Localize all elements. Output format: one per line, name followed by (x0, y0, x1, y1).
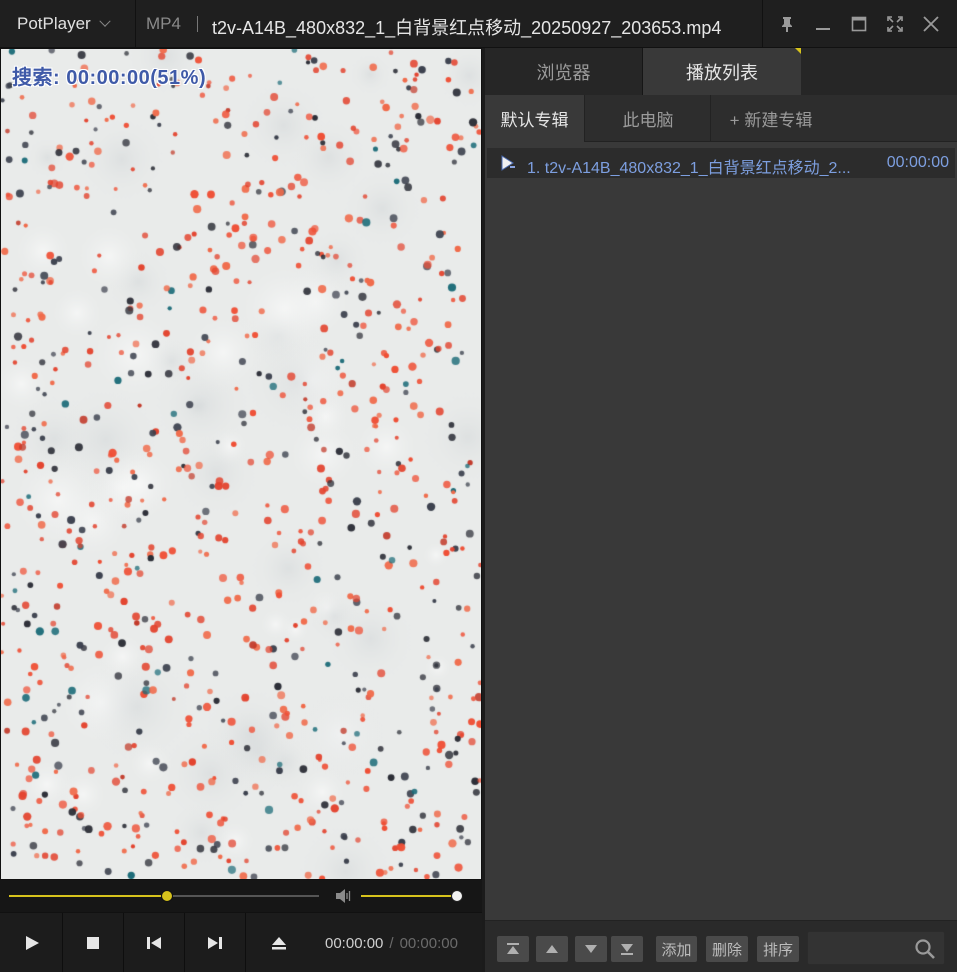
seek-row (0, 880, 482, 912)
control-bar: 00:00:00 / 00:00:00 (0, 912, 482, 972)
stop-icon (87, 937, 99, 949)
play-button[interactable] (2, 913, 63, 972)
total-time: 00:00:00 (399, 935, 458, 952)
next-icon (208, 937, 222, 949)
pin-button[interactable] (775, 12, 799, 36)
panel-tabs: 浏览器 播放列表 (485, 48, 957, 95)
sort-button[interactable]: 排序 (757, 936, 799, 962)
tab-browser[interactable]: 浏览器 (485, 48, 643, 95)
play-icon (26, 936, 39, 950)
seek-progress (9, 895, 168, 897)
minimize-button[interactable] (811, 12, 835, 36)
album-tab-this-pc[interactable]: 此电脑 (586, 95, 711, 142)
seek-bar[interactable] (9, 890, 319, 902)
volume-slider[interactable] (361, 890, 463, 902)
fullscreen-icon (887, 16, 903, 32)
volume-handle[interactable] (451, 890, 463, 902)
title-separator (197, 16, 198, 32)
add-button[interactable]: 添加 (656, 936, 697, 962)
new-album-button[interactable]: + 新建专辑 (712, 95, 830, 142)
seek-handle[interactable] (161, 890, 174, 902)
search-icon[interactable] (914, 938, 936, 960)
stop-button[interactable] (63, 913, 124, 972)
window-title: t2v-A14B_480x832_1_白背景红点移动_20250927_2036… (212, 18, 722, 38)
tab-playlist[interactable]: 播放列表 (643, 48, 801, 95)
minimize-icon (816, 28, 830, 30)
album-tab-default[interactable]: 默认专辑 (485, 95, 585, 142)
delete-button[interactable]: 删除 (706, 936, 748, 962)
chevron-down-icon (99, 15, 111, 27)
move-up-button[interactable] (536, 936, 568, 962)
active-tab-marker (795, 48, 801, 54)
app-menu-button[interactable]: PotPlayer (0, 0, 136, 48)
playlist-footer: 添加 删除 排序 (485, 920, 957, 972)
playlist-search (807, 931, 945, 965)
fullscreen-button[interactable] (883, 12, 907, 36)
current-time: 00:00:00 (325, 935, 384, 952)
eject-button[interactable] (246, 913, 311, 972)
eject-icon (271, 937, 286, 950)
volume-icon[interactable] (334, 888, 354, 904)
app-name: PotPlayer (17, 14, 91, 33)
maximize-icon (851, 16, 867, 32)
playlist-item[interactable]: 1. t2v-A14B_480x832_1_白背景红点移动_2... 00:00… (487, 148, 955, 178)
playlist-item-name: 1. t2v-A14B_480x832_1_白背景红点移动_2... (527, 160, 851, 177)
file-format-label: MP4 (146, 14, 181, 33)
window-controls (762, 0, 957, 48)
move-bottom-icon (621, 944, 633, 955)
volume-level (361, 895, 457, 897)
time-display: 00:00:00 / 00:00:00 (325, 935, 458, 952)
move-top-icon (507, 943, 519, 954)
time-separator: / (389, 935, 394, 952)
move-down-icon (585, 945, 597, 953)
maximize-button[interactable] (847, 12, 871, 36)
move-down-button[interactable] (575, 936, 607, 962)
tab-playlist-label: 播放列表 (686, 62, 758, 83)
move-top-button[interactable] (497, 936, 529, 962)
previous-button[interactable] (124, 913, 185, 972)
playlist-search-input[interactable] (812, 936, 910, 960)
move-bottom-button[interactable] (611, 936, 643, 962)
playlist-panel: 浏览器 播放列表 默认专辑 此电脑 + 新建专辑 1. t2v-A14B_480… (485, 48, 957, 972)
osd-seek-status: 搜索: 00:00:00(51%) (12, 67, 207, 89)
title-bar: PotPlayer MP4 t2v-A14B_480x832_1_白背景红点移动… (0, 0, 957, 48)
video-area[interactable]: 搜索: 00:00:00(51%) (0, 48, 482, 880)
playlist-item-duration: 00:00:00 (886, 154, 949, 171)
close-button[interactable] (919, 12, 943, 36)
next-button[interactable] (185, 913, 246, 972)
pin-icon (782, 17, 792, 32)
close-icon (923, 16, 939, 32)
move-up-icon (546, 945, 558, 953)
previous-icon (147, 937, 161, 949)
video-frame (1, 49, 481, 879)
now-playing-icon (501, 155, 515, 171)
playlist: 1. t2v-A14B_480x832_1_白背景红点移动_2... 00:00… (485, 148, 957, 178)
album-tabs: 默认专辑 此电脑 + 新建专辑 (485, 95, 957, 142)
